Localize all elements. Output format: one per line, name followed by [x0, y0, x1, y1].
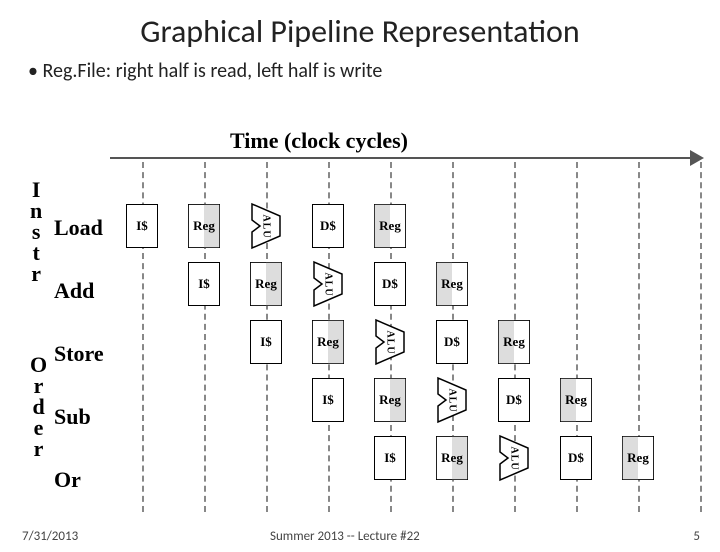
- dmem-box: D$: [312, 204, 344, 248]
- instr-store: Store: [54, 341, 104, 367]
- instr-sub: Sub: [54, 404, 104, 430]
- if-box: I$: [312, 378, 344, 422]
- reg-write: Reg: [374, 204, 406, 248]
- pipe-row-store: I$ Reg ALU D$ Reg: [250, 318, 530, 366]
- instr-or: Or: [54, 467, 104, 493]
- if-box: I$: [126, 204, 158, 248]
- reg-read: Reg: [250, 262, 282, 306]
- alu-shape: ALU: [312, 260, 344, 308]
- reg-write: Reg: [436, 262, 468, 306]
- instr-add: Add: [54, 278, 104, 304]
- if-box: I$: [374, 436, 406, 480]
- reg-write: Reg: [498, 320, 530, 364]
- alu-shape: ALU: [374, 318, 406, 366]
- order-vertical-label: Order: [30, 355, 47, 459]
- instr-load: Load: [54, 215, 104, 241]
- pipe-row-add: I$ Reg ALU D$ Reg: [188, 260, 468, 308]
- pipe-row-or: I$ Reg ALU D$ Reg: [374, 434, 654, 482]
- if-box: I$: [250, 320, 282, 364]
- dmem-box: D$: [560, 436, 592, 480]
- time-arrow-line: [110, 157, 700, 159]
- alu-shape: ALU: [498, 434, 530, 482]
- reg-read: Reg: [436, 436, 468, 480]
- slide-title: Graphical Pipeline Representation: [0, 12, 720, 51]
- pipe-row-sub: I$ Reg ALU D$ Reg: [312, 376, 592, 424]
- reg-write: Reg: [560, 378, 592, 422]
- reg-read: Reg: [374, 378, 406, 422]
- footer-date: 7/31/2013: [22, 529, 78, 544]
- footer-lecture: Summer 2013 -- Lecture #22: [270, 529, 420, 544]
- reg-read: Reg: [312, 320, 344, 364]
- dmem-box: D$: [374, 262, 406, 306]
- instruction-labels: Load Add Store Sub Or: [54, 215, 104, 493]
- reg-write: Reg: [622, 436, 654, 480]
- alu-shape: ALU: [250, 202, 282, 250]
- if-box: I$: [188, 262, 220, 306]
- reg-read: Reg: [188, 204, 220, 248]
- bullet-text: • Reg.File: right half is read, left hal…: [28, 59, 720, 83]
- footer-pagenum: 5: [693, 529, 700, 544]
- pipe-row-load: I$ Reg ALU D$ Reg: [126, 202, 406, 250]
- time-axis-label: Time (clock cycles): [230, 128, 408, 154]
- dmem-box: D$: [436, 320, 468, 364]
- dmem-box: D$: [498, 378, 530, 422]
- alu-shape: ALU: [436, 376, 468, 424]
- instr-vertical-label: Instr: [30, 180, 42, 284]
